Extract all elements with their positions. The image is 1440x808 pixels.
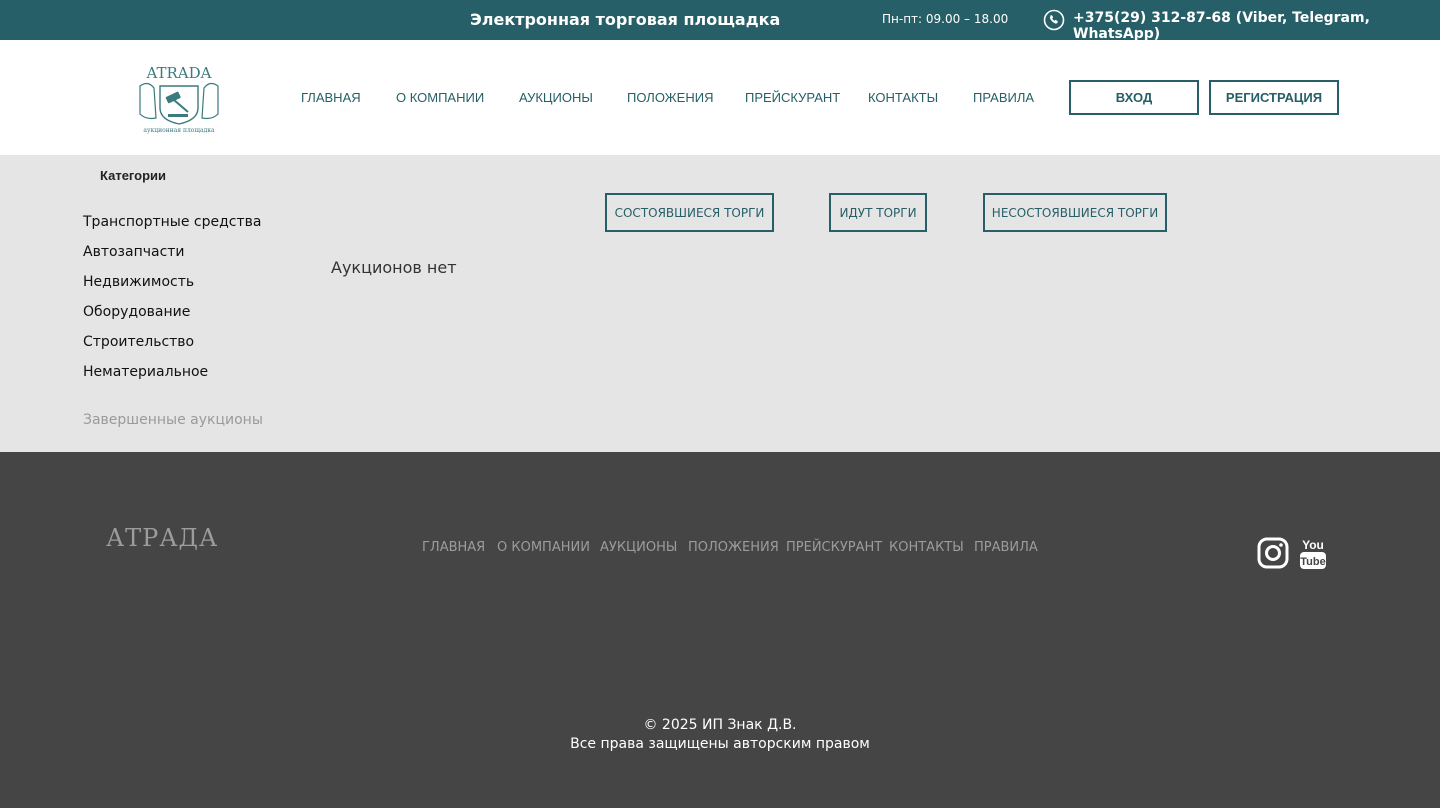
category-realestate[interactable]: Недвижимость xyxy=(83,272,261,302)
footer-nav-home[interactable]: Главная xyxy=(422,540,485,555)
instagram-icon[interactable] xyxy=(1257,537,1289,569)
category-equipment[interactable]: Оборудование xyxy=(83,302,261,332)
filter-completed-button[interactable]: Состоявшиеся торги xyxy=(605,193,774,232)
phone-icon xyxy=(1043,9,1065,31)
footer-nav-regulations[interactable]: Положения xyxy=(688,540,779,555)
nav-home[interactable]: Главная xyxy=(301,90,361,105)
filter-ongoing-button[interactable]: Идут торги xyxy=(829,193,927,232)
copyright-line: © 2025 ИП Знак Д.В. xyxy=(643,717,797,733)
site-title: Электронная торговая площадка xyxy=(470,10,781,29)
nav-rules[interactable]: Правила xyxy=(973,90,1034,105)
working-hours: Пн-пт: 09.00 – 18.00 xyxy=(882,12,1009,26)
category-list: Транспортные средства Автозапчасти Недви… xyxy=(83,212,261,392)
nav-regulations[interactable]: Положения xyxy=(627,90,713,105)
nav-auctions[interactable]: Аукционы xyxy=(519,90,593,105)
footer-logo[interactable]: АТРАДА xyxy=(106,524,218,552)
footer-nav-about[interactable]: О компании xyxy=(497,540,590,555)
category-autoparts[interactable]: Автозапчасти xyxy=(83,242,261,272)
footer-nav-auctions[interactable]: Аукционы xyxy=(600,540,677,555)
header: ATRADA аукционная площадка Главная О ком… xyxy=(0,40,1440,155)
nav-pricelist[interactable]: Прейскурант xyxy=(745,90,840,105)
main-content: Категории Транспортные средства Автозапч… xyxy=(0,155,1440,452)
nav-about[interactable]: О компании xyxy=(396,90,484,105)
empty-state-text: Аукционов нет xyxy=(331,258,457,277)
nav-contacts[interactable]: Контакты xyxy=(868,90,938,105)
footer-nav-rules[interactable]: Правила xyxy=(974,540,1038,555)
phone-number[interactable]: +375(29) 312-87-68 (Viber, Telegram, Wha… xyxy=(1073,10,1440,42)
footer: АТРАДА Главная О компании Аукционы Полож… xyxy=(0,452,1440,808)
categories-heading: Категории xyxy=(100,168,167,183)
category-vehicles[interactable]: Транспортные средства xyxy=(83,212,261,242)
login-button[interactable]: Вход xyxy=(1069,80,1199,115)
footer-nav-pricelist[interactable]: Прейскурант xyxy=(786,540,882,555)
rights-line: Все права защищены авторским правом xyxy=(570,736,870,752)
svg-text:You: You xyxy=(1302,538,1324,552)
category-intangible[interactable]: Нематериальное xyxy=(83,362,261,392)
youtube-icon[interactable]: You Tube xyxy=(1297,537,1329,571)
register-button[interactable]: Регистрация xyxy=(1209,80,1339,115)
filter-failed-button[interactable]: Несостоявшиеся торги xyxy=(983,193,1167,232)
finished-auctions-link[interactable]: Завершенные аукционы xyxy=(83,412,263,428)
copyright: © 2025 ИП Знак Д.В. Все права защищены а… xyxy=(0,716,1440,754)
category-construction[interactable]: Строительство xyxy=(83,332,261,362)
svg-text:Tube: Tube xyxy=(1300,556,1325,568)
top-bar: Электронная торговая площадка Пн-пт: 09.… xyxy=(0,0,1440,42)
footer-nav-contacts[interactable]: Контакты xyxy=(889,540,964,555)
